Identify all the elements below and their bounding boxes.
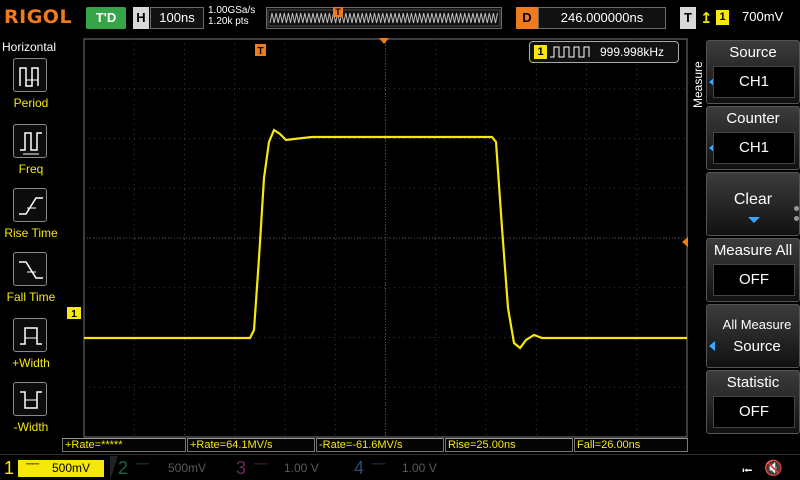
graticule [83, 38, 688, 438]
negative-width-button[interactable]: -Width [0, 382, 62, 444]
counter-source-value: CH1 [713, 132, 795, 164]
page-dot-icon [794, 206, 799, 211]
dc-coupling-icon: ── [372, 459, 385, 470]
panel-title: Horizontal [2, 40, 57, 54]
channel-1-status[interactable]: 1 ── 500mV [0, 457, 112, 479]
waveform-grid: T 1 [67, 38, 688, 438]
measure-all-label: Measure All [713, 242, 793, 259]
all-measure-source-button[interactable]: All Measure Source [706, 304, 800, 368]
dc-coupling-icon: ── [254, 459, 267, 470]
source-menu-button[interactable]: Source CH1 [706, 40, 800, 104]
counter-value: 999.998kHz [600, 45, 665, 59]
trigger-level-value[interactable]: 700mV [742, 9, 783, 24]
rise-time-button[interactable]: Rise Time [0, 188, 62, 250]
statistic-value: OFF [713, 396, 795, 428]
fall-time-icon [13, 252, 47, 286]
trigger-position-marker[interactable]: T [255, 44, 266, 57]
square-wave-icon [550, 46, 590, 58]
statistic-label: Statistic [726, 374, 780, 391]
period-label: Period [13, 96, 49, 110]
speaker-muted-icon[interactable]: 🔇 [764, 459, 783, 477]
acquisition-info: 1.00GSa/s 1.20k pts [208, 5, 255, 27]
channel-3-status[interactable]: 3 ── 1.00 V [232, 457, 348, 479]
measurement-item[interactable]: +Rate=64.1MV/s [187, 438, 315, 452]
rise-time-label: Rise Time [4, 226, 58, 240]
period-button[interactable]: Period [0, 58, 62, 120]
rise-time-icon [13, 188, 47, 222]
waveform-display[interactable]: T 1 1 999.998kHz [62, 38, 688, 438]
channel-4-number: 4 [354, 458, 365, 478]
sample-rate: 1.00GSa/s [208, 5, 256, 16]
channel-1-scale: 500mV [52, 461, 91, 475]
frequency-button[interactable]: Freq [0, 124, 62, 186]
measure-menu-panel: Measure Source CH1 Counter CH1 Clear Mea… [688, 38, 800, 454]
measure-all-value: OFF [713, 264, 795, 296]
channel-4-scale: 1.00 V [402, 461, 437, 475]
measurement-item[interactable]: +Rate=***** [62, 438, 186, 452]
counter-label: Counter [726, 110, 780, 127]
svg-text:T: T [257, 46, 263, 57]
measurement-item[interactable]: Rise=25.00ns [445, 438, 573, 452]
trigger-source-badge[interactable]: 1 [716, 10, 729, 25]
page-dot-icon [794, 216, 799, 221]
frequency-icon [13, 124, 47, 158]
horizontal-measure-panel: Horizontal Period Freq Rise Time Fall Ti… [0, 38, 62, 454]
frequency-label: Freq [18, 162, 44, 176]
source-value: CH1 [713, 66, 795, 98]
positive-width-label: +Width [12, 356, 50, 370]
memory-waveform-preview [267, 9, 501, 27]
channel-3-scale: 1.00 V [284, 461, 319, 475]
dc-coupling-icon: ── [26, 459, 39, 470]
counter-menu-button[interactable]: Counter CH1 [706, 106, 800, 170]
negative-width-label: -Width [13, 420, 49, 434]
brand-logo: RIGOL [4, 6, 73, 28]
negative-width-icon [13, 382, 47, 416]
measurement-item[interactable]: Fall=26.00ns [574, 438, 688, 452]
positive-width-icon [13, 318, 47, 352]
all-measure-line1: All Measure [722, 317, 792, 332]
usb-icon: ⭰ [742, 462, 753, 478]
channel-status-bar: 1 ── 500mV 2 ── 500mV 3 ── 1.00 V 4 ── 1… [0, 454, 800, 480]
fall-time-label: Fall Time [6, 290, 56, 304]
channel-3-number: 3 [236, 458, 247, 478]
source-label: Source [729, 44, 777, 61]
memory-overview-bar[interactable] [266, 7, 502, 29]
measurement-item[interactable]: -Rate=-61.6MV/s [316, 438, 444, 452]
positive-width-button[interactable]: +Width [0, 318, 62, 380]
svg-text:1: 1 [71, 309, 77, 320]
timebase-letter: H [133, 7, 149, 29]
channel-divider-shapes [110, 456, 118, 480]
statistic-button[interactable]: Statistic OFF [706, 370, 800, 434]
measurement-results-bar: +Rate=***** +Rate=64.1MV/s -Rate=-61.6MV… [62, 438, 688, 452]
all-measure-line2: Source [733, 338, 781, 355]
channel-1-number: 1 [4, 458, 15, 478]
channel-4-status[interactable]: 4 ── 1.00 V [350, 457, 466, 479]
delay-marker-icon [379, 38, 389, 44]
run-state-badge[interactable]: T'D [86, 7, 126, 29]
period-icon [13, 58, 47, 92]
counter-channel-badge: 1 [534, 45, 547, 59]
ch1-offset-marker[interactable]: 1 [67, 307, 81, 320]
measure-all-button[interactable]: Measure All OFF [706, 238, 800, 302]
memory-depth: 1.20k pts [208, 16, 249, 27]
clear-button[interactable]: Clear [706, 172, 800, 236]
frequency-counter-readout[interactable]: 1 999.998kHz [529, 41, 679, 63]
rising-edge-icon: ↥ [700, 10, 713, 27]
delay-letter: D [516, 7, 538, 29]
trigger-letter: T [680, 7, 696, 29]
horizontal-delay-value[interactable]: 246.000000ns [538, 7, 666, 29]
menu-side-label: Measure [691, 61, 705, 108]
more-down-arrow-icon [748, 217, 760, 223]
timebase-value[interactable]: 100ns [150, 7, 204, 29]
top-status-bar: RIGOL T'D H 100ns 1.00GSa/s 1.20k pts T … [0, 0, 800, 38]
fall-time-button[interactable]: Fall Time [0, 252, 62, 314]
memory-trigger-marker: T [333, 7, 343, 17]
clear-label: Clear [733, 191, 773, 208]
